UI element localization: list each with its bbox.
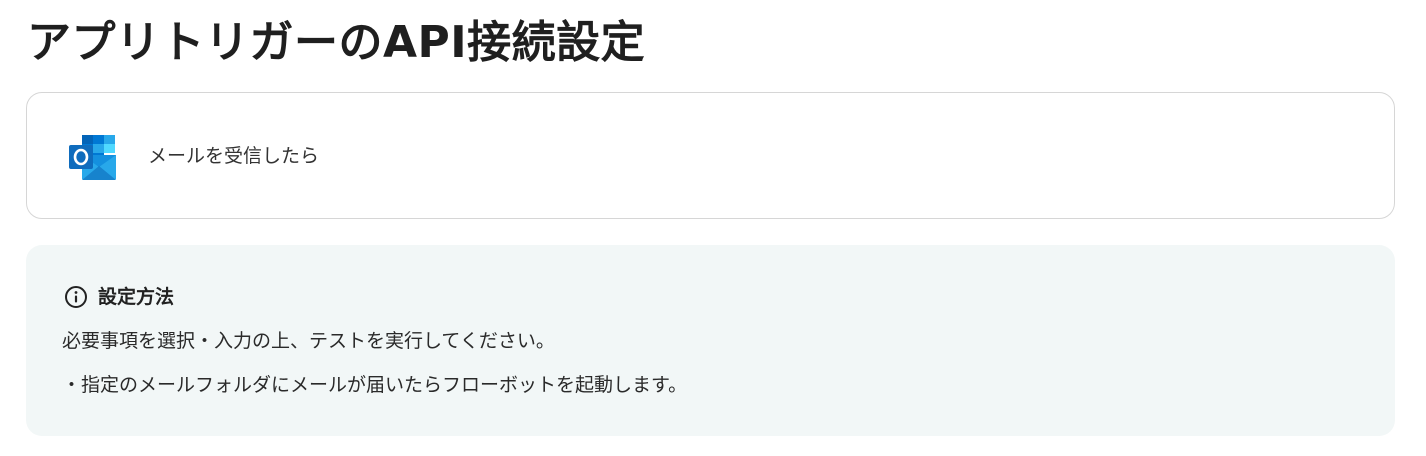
page-title: アプリトリガーのAPI接続設定 xyxy=(27,17,646,68)
trigger-card[interactable]: メールを受信したら xyxy=(26,92,1395,219)
info-circle-icon xyxy=(64,285,88,309)
info-header: 設定方法 xyxy=(64,284,174,310)
info-panel: 設定方法 必要事項を選択・入力の上、テストを実行してください。 ・指定のメールフ… xyxy=(26,245,1395,436)
trigger-label: メールを受信したら xyxy=(148,145,320,167)
info-heading: 設定方法 xyxy=(98,286,175,308)
info-line: ・指定のメールフォルダにメールが届いたらフローボットを起動します。 xyxy=(62,374,688,396)
info-line: 必要事項を選択・入力の上、テストを実行してください。 xyxy=(62,330,555,352)
outlook-icon xyxy=(68,133,118,181)
